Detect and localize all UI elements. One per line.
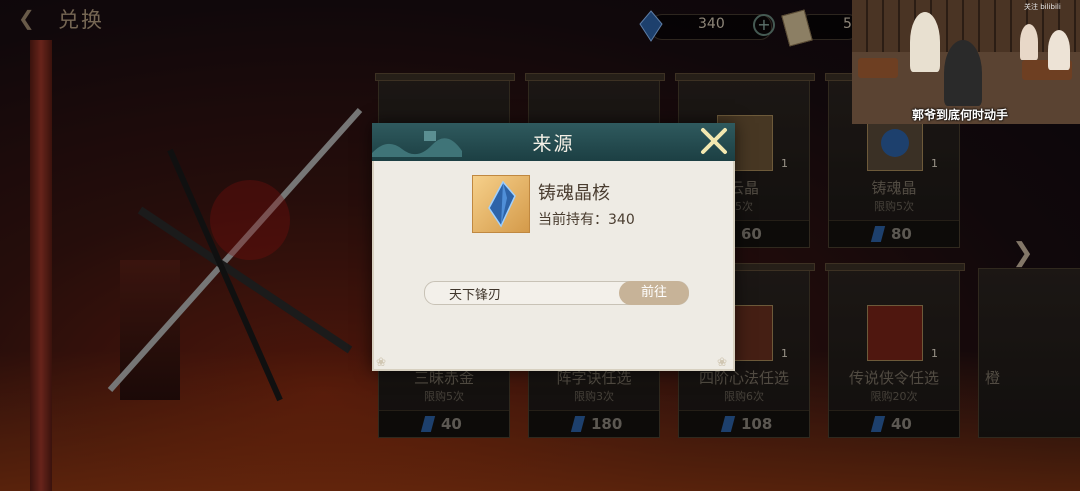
- source-label: 天下锋刃: [449, 288, 502, 303]
- source-modal: 来源 铸魂晶核 当前持有：340 天下锋刃 前往 ❀ ❀: [372, 123, 735, 371]
- modal-title: 来源: [532, 133, 575, 155]
- crystal-icon: [488, 180, 516, 228]
- source-row: 天下锋刃 前往: [424, 281, 689, 305]
- item-name: 铸魂晶核: [538, 183, 610, 204]
- go-button[interactable]: 前往: [619, 281, 689, 305]
- overlay-character: [1020, 24, 1038, 60]
- overlay-table: [858, 58, 898, 78]
- corner-ornament-icon: ❀: [376, 355, 387, 369]
- owned-count: 当前持有：340: [538, 212, 635, 228]
- overlay-character: [944, 40, 982, 106]
- overlay-tag: 关注 bilibili: [1024, 3, 1061, 11]
- overlay-character: [910, 12, 940, 72]
- overlay-character: [1048, 30, 1070, 70]
- modal-header: 来源: [372, 123, 735, 161]
- overlay-caption: 郭爷到底何时动手: [912, 108, 1009, 122]
- corner-ornament-icon: ❀: [717, 355, 728, 369]
- streamer-overlay: 关注 bilibili 郭爷到底何时动手: [852, 0, 1080, 124]
- close-icon[interactable]: [699, 126, 729, 156]
- item-icon: [472, 175, 530, 233]
